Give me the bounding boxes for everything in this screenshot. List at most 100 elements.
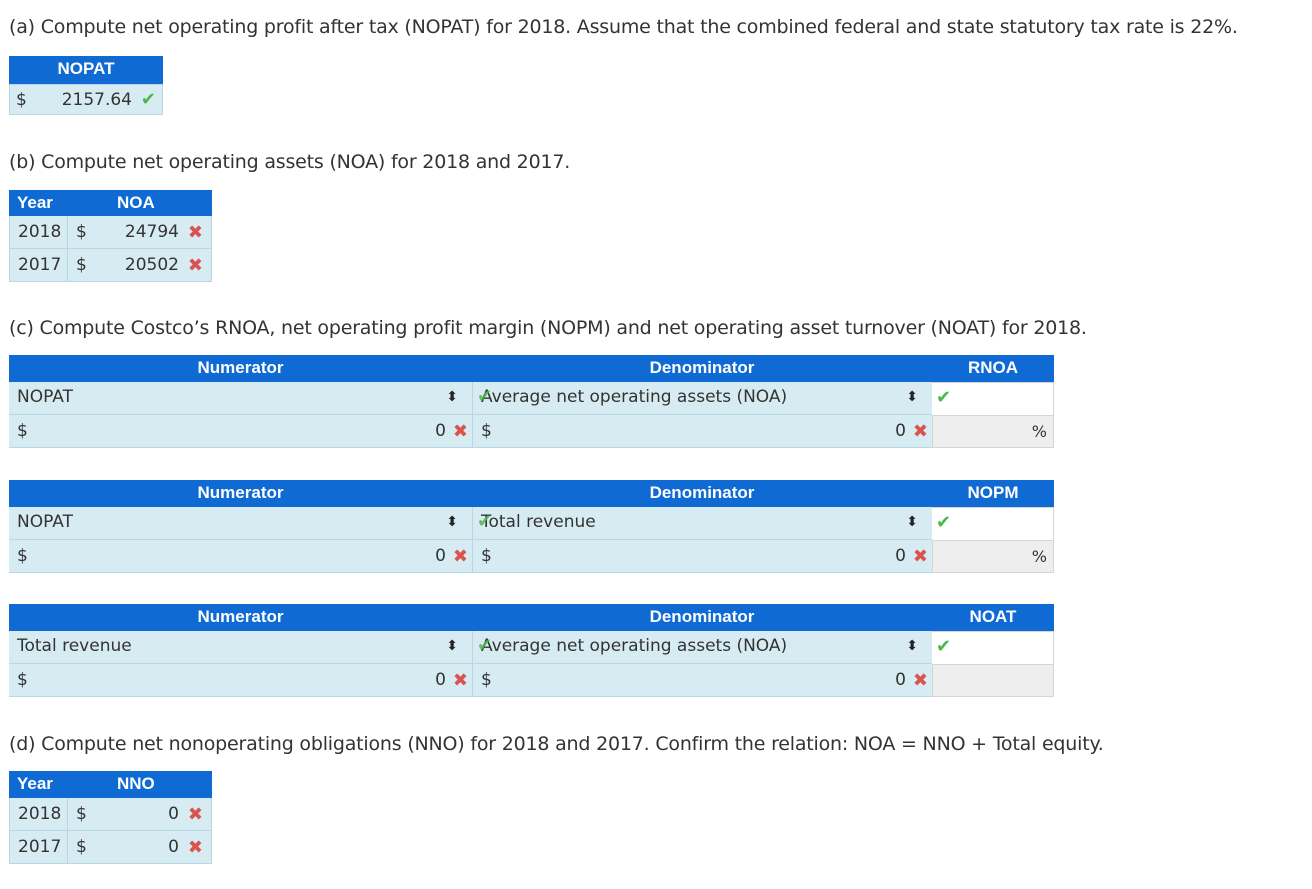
denominator-value: $ 0 ✖ — [472, 540, 932, 573]
updown-arrow-icon: ⬍ — [446, 638, 458, 654]
denominator-select[interactable]: Average net operating assets (NOA) ✔ ⬍ — [472, 631, 932, 664]
x-icon: ✖ — [452, 546, 468, 567]
denominator-input[interactable]: 0 — [895, 546, 906, 566]
rnoa-result: % — [932, 415, 1054, 448]
denominator-value: $ 0 ✖ — [472, 415, 932, 448]
currency: $ — [481, 421, 492, 441]
noa-row-2017: 2017 $ 20502 ✖ — [9, 249, 212, 282]
nopat-currency: $ — [16, 90, 27, 110]
denominator-input[interactable]: 0 — [895, 421, 906, 441]
nno-row-2018: 2018 $ 0 ✖ — [9, 798, 212, 831]
denominator-select[interactable]: Total revenue ✔ ⬍ — [472, 507, 932, 540]
numerator-input[interactable]: 0 — [435, 546, 446, 566]
denominator-select[interactable]: Average net operating assets (NOA) ✔ ⬍ — [472, 382, 932, 415]
updown-arrow-icon: ⬍ — [446, 389, 458, 405]
nno-table-header: Year NNO — [9, 771, 212, 798]
denominator-select-value: Total revenue — [481, 512, 596, 532]
question-d: (d) Compute net nonoperating obligations… — [9, 733, 1104, 755]
numerator-value: $ 0 ✖ — [9, 540, 472, 573]
updown-arrow-icon: ⬍ — [906, 638, 918, 654]
nopm-table-header: Numerator Denominator NOPM — [9, 480, 1054, 507]
noa-2018-input[interactable]: 24794 — [125, 222, 179, 242]
noat-header: NOAT — [969, 607, 1017, 626]
denominator-header: Denominator — [649, 607, 755, 626]
numerator-select[interactable]: NOPAT ⬍ — [9, 382, 472, 415]
check-icon: ✔ — [936, 636, 952, 657]
noa-row-2018: 2018 $ 24794 ✖ — [9, 216, 212, 249]
numerator-header: Numerator — [197, 607, 284, 626]
denominator-header: Denominator — [649, 358, 755, 377]
nopm-header: NOPM — [967, 483, 1019, 502]
nno-row-2017: 2017 $ 0 ✖ — [9, 831, 212, 864]
updown-arrow-icon: ⬍ — [906, 514, 918, 530]
check-icon: ✔ — [477, 511, 493, 532]
numerator-value: $ 0 ✖ — [9, 664, 472, 697]
question-a: (a) Compute net operating profit after t… — [9, 16, 1238, 38]
noa-header-noa: NOA — [117, 193, 155, 212]
year-label: 2018 — [18, 222, 62, 242]
currency: $ — [481, 546, 492, 566]
numerator-select[interactable]: Total revenue ⬍ — [9, 631, 472, 664]
x-icon: ✖ — [912, 421, 928, 442]
denominator-input[interactable]: 0 — [895, 670, 906, 690]
numerator-input[interactable]: 0 — [435, 421, 446, 441]
currency: $ — [17, 421, 28, 441]
numerator-select-value: NOPAT — [17, 387, 73, 407]
question-c: (c) Compute Costco’s RNOA, net operating… — [9, 317, 1087, 339]
nno-header-nno: NNO — [117, 774, 155, 793]
nopm-select-status: ✔ — [932, 507, 1054, 540]
x-icon: ✖ — [452, 670, 468, 691]
rnoa-table: Numerator Denominator RNOA NOPAT ⬍ Avera… — [9, 355, 1054, 448]
noat-select-status: ✔ — [932, 631, 1054, 664]
denominator-header: Denominator — [649, 483, 755, 502]
denominator-value: $ 0 ✖ — [472, 664, 932, 697]
percent-unit: % — [1031, 422, 1047, 441]
year-divider — [67, 831, 68, 864]
nno-2018-input[interactable]: 0 — [168, 804, 179, 824]
numerator-header: Numerator — [197, 483, 284, 502]
currency: $ — [76, 255, 87, 275]
rnoa-header: RNOA — [967, 358, 1019, 377]
currency: $ — [76, 222, 87, 242]
check-icon: ✔ — [477, 635, 493, 656]
x-icon: ✖ — [187, 222, 203, 243]
nopm-result: % — [932, 540, 1054, 573]
rnoa-table-header: Numerator Denominator RNOA — [9, 355, 1054, 382]
x-icon: ✖ — [187, 804, 203, 825]
year-label: 2017 — [18, 255, 62, 275]
currency: $ — [17, 670, 28, 690]
check-icon: ✔ — [936, 512, 952, 533]
noa-header-year: Year — [17, 193, 53, 212]
year-divider — [67, 249, 68, 282]
noat-table: Numerator Denominator NOAT Total revenue… — [9, 604, 1054, 697]
year-divider — [67, 798, 68, 831]
year-divider — [67, 216, 68, 249]
denominator-select-value: Average net operating assets (NOA) — [481, 387, 788, 407]
updown-arrow-icon: ⬍ — [906, 389, 918, 405]
x-icon: ✖ — [912, 546, 928, 567]
numerator-input[interactable]: 0 — [435, 670, 446, 690]
updown-arrow-icon: ⬍ — [446, 514, 458, 530]
check-icon: ✔ — [140, 89, 156, 110]
x-icon: ✖ — [912, 670, 928, 691]
numerator-select-value: Total revenue — [17, 636, 132, 656]
nno-2017-input[interactable]: 0 — [168, 837, 179, 857]
nopat-answer-row: $ 2157.64 ✔ — [9, 84, 163, 115]
currency: $ — [76, 804, 87, 824]
nopat-header-label: NOPAT — [57, 59, 115, 78]
nopat-header: NOPAT — [9, 56, 163, 84]
question-b: (b) Compute net operating assets (NOA) f… — [9, 151, 571, 173]
currency: $ — [76, 837, 87, 857]
nopat-input[interactable]: 2157.64 — [62, 90, 132, 110]
year-label: 2018 — [18, 804, 62, 824]
numerator-select[interactable]: NOPAT ⬍ — [9, 507, 472, 540]
numerator-select-value: NOPAT — [17, 512, 73, 532]
check-icon: ✔ — [477, 386, 493, 407]
noa-table-header: Year NOA — [9, 190, 212, 216]
currency: $ — [481, 670, 492, 690]
numerator-header: Numerator — [197, 358, 284, 377]
noat-table-header: Numerator Denominator NOAT — [9, 604, 1054, 631]
year-label: 2017 — [18, 837, 62, 857]
x-icon: ✖ — [452, 421, 468, 442]
noa-2017-input[interactable]: 20502 — [125, 255, 179, 275]
